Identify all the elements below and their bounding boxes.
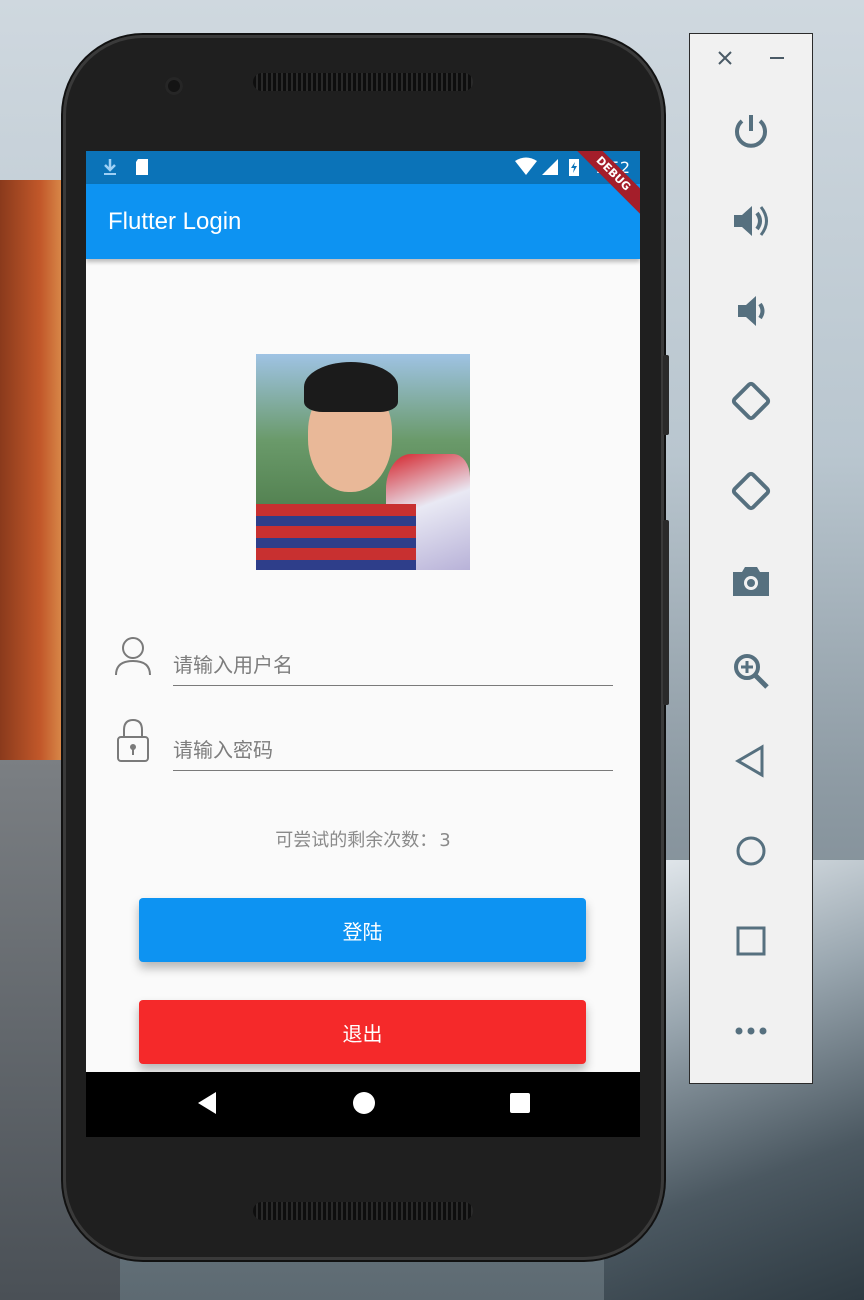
emulator-toolbar: [689, 33, 813, 1084]
app-bar: Flutter Login: [86, 184, 640, 259]
lock-icon: [114, 717, 152, 762]
volume-down-icon[interactable]: [727, 287, 775, 335]
user-avatar-photo: [256, 354, 470, 570]
photo-shirt: [256, 504, 416, 570]
top-speaker-grille: [253, 73, 473, 91]
power-icon[interactable]: [727, 108, 775, 156]
back-icon[interactable]: [727, 737, 775, 785]
camera-icon[interactable]: [727, 557, 775, 605]
login-button[interactable]: 登陆: [139, 898, 586, 962]
rotate-left-icon[interactable]: [727, 377, 775, 425]
close-icon[interactable]: [716, 48, 734, 74]
front-camera: [165, 77, 183, 95]
phone-device-frame: 7:52 Flutter Login DEBUG: [63, 35, 669, 1260]
overview-icon[interactable]: [727, 917, 775, 965]
nav-home-icon[interactable]: [351, 1090, 377, 1120]
minimize-icon[interactable]: [768, 48, 786, 74]
remaining-attempts-text: 可尝试的剩余次数： 3: [86, 826, 640, 852]
nav-recents-icon[interactable]: [509, 1090, 531, 1120]
volume-side-button[interactable]: [663, 520, 669, 705]
attempts-count: 3: [439, 830, 451, 851]
more-icon[interactable]: [727, 1007, 775, 1055]
battery-charging-icon: [568, 157, 580, 182]
signal-icon: [540, 157, 560, 182]
phone-screen: 7:52 Flutter Login DEBUG: [86, 151, 640, 1137]
download-icon: [102, 157, 118, 182]
zoom-icon[interactable]: [727, 647, 775, 695]
password-field[interactable]: [173, 730, 613, 771]
bottom-speaker-grille: [253, 1202, 473, 1220]
wifi-icon: [514, 157, 538, 182]
nav-back-icon[interactable]: [196, 1090, 218, 1120]
rotate-right-icon[interactable]: [727, 467, 775, 515]
attempts-label: 可尝试的剩余次数：: [275, 830, 438, 851]
sd-card-icon: [134, 157, 150, 182]
android-nav-bar: [86, 1072, 640, 1137]
app-title: Flutter Login: [108, 208, 242, 235]
home-icon[interactable]: [727, 827, 775, 875]
person-icon: [114, 635, 152, 677]
photo-hair: [304, 362, 398, 412]
username-field[interactable]: [173, 645, 613, 686]
status-bar: 7:52: [86, 151, 640, 184]
exit-button[interactable]: 退出: [139, 1000, 586, 1064]
volume-up-icon[interactable]: [727, 197, 775, 245]
power-side-button[interactable]: [663, 355, 669, 435]
